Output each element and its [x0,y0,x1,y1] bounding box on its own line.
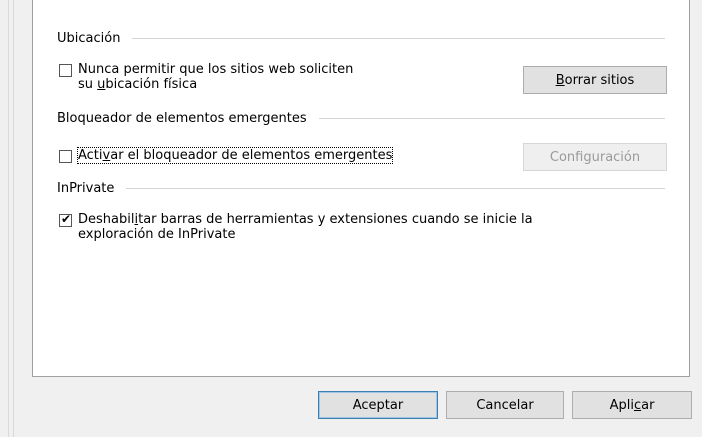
group-divider [132,37,665,39]
location-label-line1: Nunca permitir que los sitios web solici… [78,62,354,77]
inprivate-checkbox[interactable]: ✔ [59,212,72,227]
location-checkbox-label: Nunca permitir que los sitios web solici… [78,62,353,92]
location-checkbox-row[interactable]: Nunca permitir que los sitios web solici… [59,62,353,92]
popup-heading: Bloqueador de elementos emergentes [57,110,307,126]
location-group-header: Ubicación [57,30,665,46]
popup-group-header: Bloqueador de elementos emergentes [57,110,665,126]
inprivate-label-line1: Deshabilitar barras de herramientas y ex… [78,212,533,227]
window-frame-edge [8,0,14,437]
popup-checkbox-label: Activar el bloqueador de elementos emerg… [76,147,394,164]
group-divider [126,187,665,189]
ok-button[interactable]: Aceptar [318,391,438,419]
clear-sites-button[interactable]: Borrar sitios [523,66,667,94]
inprivate-label-line2: exploración de InPrivate [78,227,236,242]
cancel-button[interactable]: Cancelar [446,391,564,419]
location-heading: Ubicación [57,30,121,46]
inprivate-checkbox-label: Deshabilitar barras de herramientas y ex… [78,212,533,242]
popup-blocker-checkbox[interactable] [59,150,72,163]
location-label-line2: su ubicación física [78,77,198,92]
privacy-tab-panel: Ubicación Nunca permitir que los sitios … [32,0,690,377]
inprivate-checkbox-row[interactable]: ✔ Deshabilitar barras de herramientas y … [59,212,533,242]
location-checkbox[interactable] [59,64,72,77]
settings-dialog: Ubicación Nunca permitir que los sitios … [0,0,702,437]
inprivate-group-header: InPrivate [57,180,665,196]
popup-checkbox-row[interactable]: Activar el bloqueador de elementos emerg… [59,147,394,164]
inprivate-heading: InPrivate [57,180,115,196]
checkmark-icon: ✔ [61,212,72,226]
group-divider [318,117,665,119]
configuration-button[interactable]: Confi g uración [523,143,667,171]
apply-button[interactable]: Apli c ar [572,391,692,419]
